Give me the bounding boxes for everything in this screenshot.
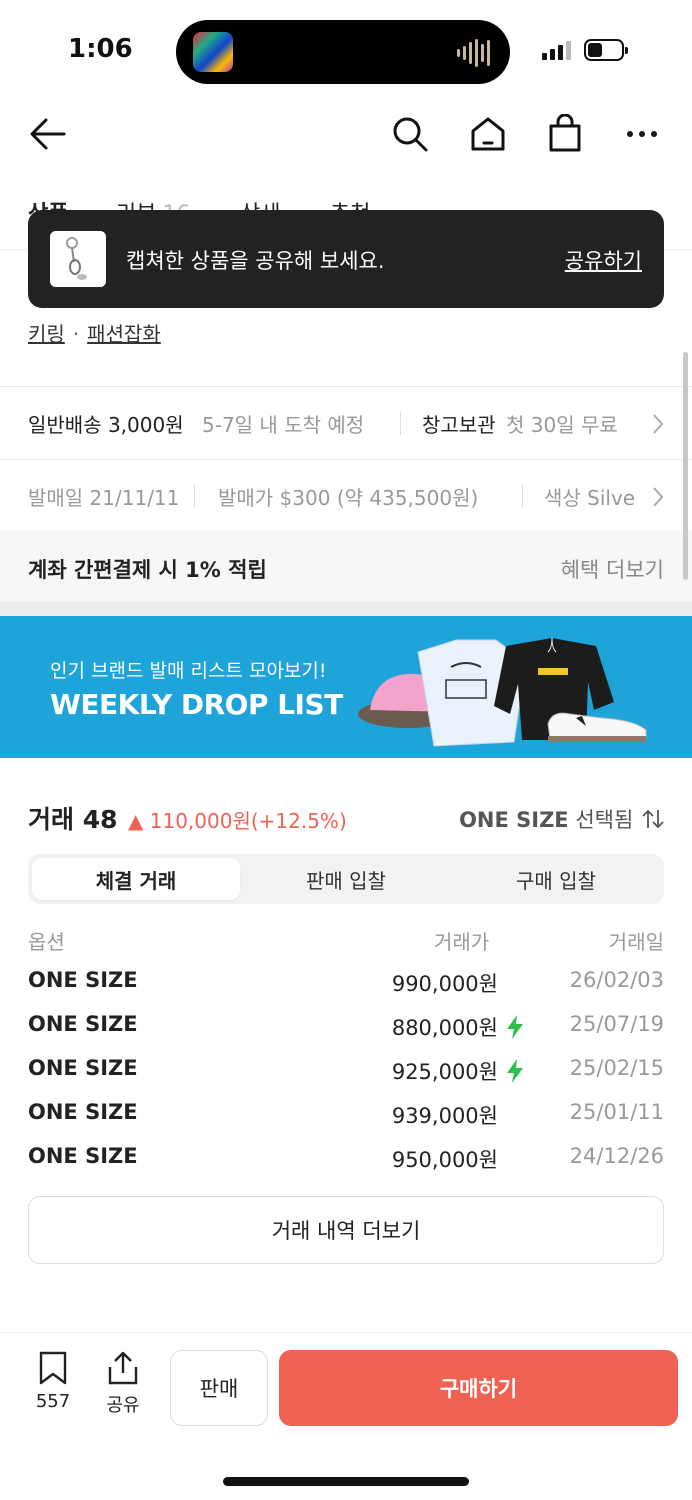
category-link-fashion[interactable]: 패션잡화 [87,322,161,346]
breadcrumb-separator: · [72,322,80,346]
trade-date: 25/07/19 [569,1012,664,1036]
status-time: 1:06 [68,34,133,64]
fast-delivery-bolt-icon [507,1059,523,1083]
audio-wave-icon [457,38,490,68]
search-icon[interactable] [388,112,432,156]
home-icon[interactable] [466,112,510,156]
trade-history-more-button[interactable]: 거래 내역 더보기 [28,1196,664,1264]
release-price: 발매가 $300 (약 435,500원) [218,486,479,510]
benefit-more-link[interactable]: 혜택 더보기 [561,554,664,584]
category-link-keyring[interactable]: 키링 [28,322,65,346]
vertical-divider [522,484,523,508]
trade-date: 24/12/26 [569,1144,664,1168]
trade-price: 950,000원 [391,1148,498,1172]
shipping-eta: 5-7일 내 도착 예정 [202,413,365,437]
storage-label: 창고보관 [422,413,496,437]
bookmark-button[interactable]: 557 [27,1351,79,1412]
trade-option: ONE SIZE [28,1012,138,1036]
dynamic-island[interactable] [176,20,510,84]
sort-arrows-icon [642,809,664,829]
trade-date: 25/01/11 [569,1100,664,1124]
trade-row: ONE SIZE 939,000원 25/01/11 [28,1100,664,1132]
selected-size: ONE SIZE [459,808,569,832]
selected-suffix: 선택됨 [575,808,634,832]
toast-message: 캡쳐한 상품을 공유해 보세요. [126,249,385,273]
back-arrow-icon[interactable] [26,112,70,156]
storage-note: 첫 30일 무료 [506,413,618,437]
trade-date: 26/02/03 [569,968,664,992]
trade-date: 25/02/15 [569,1056,664,1080]
share-label: 공유 [106,1395,140,1416]
banner-product-collage [358,637,647,747]
sell-button[interactable]: 판매 [170,1350,268,1426]
trade-type-segment: 체결 거래 판매 입찰 구매 입찰 [28,854,664,904]
product-color: 색상 Silve [544,486,636,510]
trade-row: ONE SIZE 925,000원 25/02/15 [28,1056,664,1088]
captured-product-thumbnail [50,231,106,287]
fast-delivery-bolt-icon [507,1015,523,1039]
divider [0,386,692,387]
breadcrumb: 키링 · 패션잡화 [28,318,161,347]
price-change: ▲ 110,000원(+12.5%) [128,809,347,833]
shipping-row[interactable]: 일반배송 3,000원 5-7일 내 도착 예정 창고보관 첫 30일 무료 [0,409,692,439]
trade-option: ONE SIZE [28,1144,138,1168]
weekly-drop-banner[interactable]: 인기 브랜드 발매 리스트 모아보기! WEEKLY DROP LIST [0,616,692,758]
banner-subtitle: 인기 브랜드 발매 리스트 모아보기! [50,660,327,682]
size-selector[interactable]: ONE SIZE 선택됨 [459,804,664,834]
banner-title: WEEKLY DROP LIST [50,688,343,721]
trade-count: 거래 48 [28,805,118,834]
vertical-divider [400,411,401,435]
trade-option: ONE SIZE [28,968,138,992]
trade-option: ONE SIZE [28,1100,138,1124]
divider [0,459,692,460]
payment-benefit-bar[interactable]: 계좌 간편결제 시 1% 적립 혜택 더보기 [0,530,692,602]
bottom-action-bar: 557 공유 판매 구매하기 [0,1332,692,1500]
trade-price: 990,000원 [391,972,498,996]
trade-price: 939,000원 [391,1104,498,1128]
section-gap [0,602,692,616]
segment-sell-bids[interactable]: 판매 입찰 [242,858,450,900]
vertical-divider [194,484,195,508]
trade-option: ONE SIZE [28,1056,138,1080]
trade-row: ONE SIZE 950,000원 24/12/26 [28,1144,664,1176]
bookmark-icon [39,1351,67,1385]
segment-buy-bids[interactable]: 구매 입찰 [452,858,660,900]
top-nav [0,100,692,170]
chevron-right-icon [652,413,664,439]
column-date: 거래일 [608,930,664,954]
more-options-icon[interactable] [620,112,664,156]
segment-completed-trades[interactable]: 체결 거래 [32,858,240,900]
scrollbar[interactable] [683,352,688,580]
column-price: 거래가 [434,930,490,954]
trade-row: ONE SIZE 990,000원 26/02/03 [28,968,664,1000]
status-bar: 1:06 [0,0,692,100]
shopping-bag-icon[interactable] [543,112,587,156]
bookmark-count: 557 [35,1391,71,1412]
release-date: 발매일 21/11/11 [28,486,180,510]
toast-share-link[interactable]: 공유하기 [565,245,642,275]
trade-price: 925,000원 [391,1060,498,1084]
column-option: 옵션 [28,930,65,954]
trade-row: ONE SIZE 880,000원 25/07/19 [28,1012,664,1044]
buy-button[interactable]: 구매하기 [279,1350,678,1426]
trade-price: 880,000원 [391,1016,498,1040]
home-indicator[interactable] [223,1477,469,1486]
shipping-label: 일반배송 3,000원 [28,413,184,437]
trade-table-header: 옵션 거래가 거래일 [28,926,664,954]
benefit-title: 계좌 간편결제 시 1% 적립 [28,558,267,582]
cellular-signal-icon [542,40,571,60]
share-icon [108,1351,138,1385]
trade-summary: 거래 48 ▲ 110,000원(+12.5%) ONE SIZE 선택됨 [28,800,664,836]
battery-icon [584,39,628,61]
share-button[interactable]: 공유 [97,1351,149,1417]
chevron-right-icon[interactable] [652,486,664,512]
release-info-row[interactable]: 발매일 21/11/11 발매가 $300 (약 435,500원) 색상 Si… [0,482,664,512]
now-playing-artwork [193,32,233,72]
share-toast: 캡쳐한 상품을 공유해 보세요. 공유하기 [28,210,664,308]
